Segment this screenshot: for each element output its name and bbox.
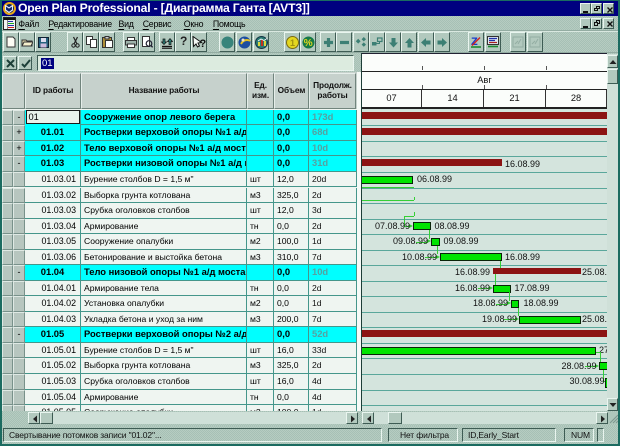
svg-text:%: % [303,38,312,49]
svg-text:1: 1 [290,38,295,48]
svg-text:?: ? [200,38,207,49]
